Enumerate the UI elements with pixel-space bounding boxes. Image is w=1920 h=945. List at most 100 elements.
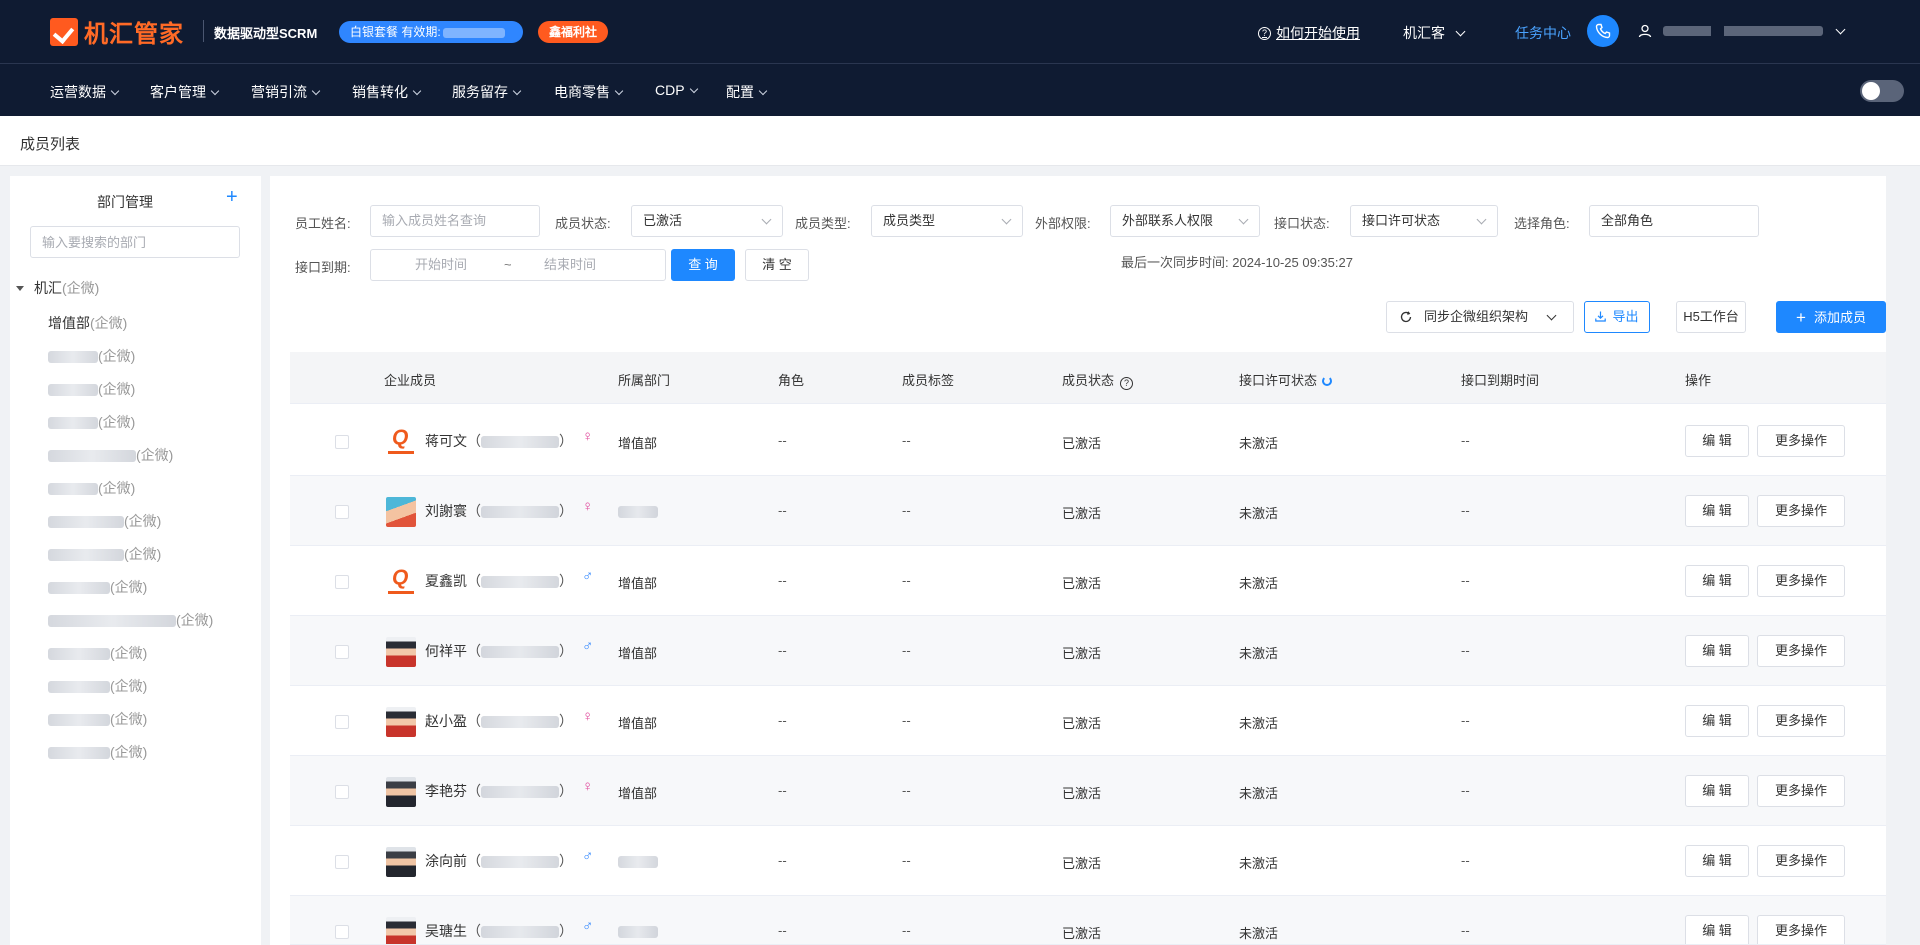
nav-label: 销售转化: [352, 84, 408, 100]
company-selector[interactable]: 机汇客: [1403, 23, 1466, 43]
how-to-use-link[interactable]: ? 如何开始使用: [1258, 23, 1360, 43]
member-name[interactable]: 蒋可文（）: [425, 431, 573, 451]
user-menu-chevron[interactable]: [1825, 24, 1846, 39]
more-actions-button[interactable]: 更多操作: [1757, 635, 1845, 667]
nav-item-config[interactable]: 配置: [726, 82, 768, 102]
more-actions-button[interactable]: 更多操作: [1757, 915, 1845, 944]
edit-button[interactable]: 编 辑: [1685, 495, 1749, 527]
row-checkbox[interactable]: [335, 435, 349, 449]
expire-range-picker[interactable]: 开始时间 ~ 结束时间: [370, 249, 666, 281]
welfare-badge[interactable]: 鑫福利社: [538, 21, 609, 43]
nav-item-marketing[interactable]: 营销引流: [251, 82, 321, 102]
status-cell: 已激活: [1062, 576, 1102, 591]
phone-button[interactable]: [1587, 15, 1619, 47]
nav-item-sales[interactable]: 销售转化: [352, 82, 422, 102]
member-name[interactable]: 夏鑫凯（）: [425, 571, 573, 591]
nav-item-operation-data[interactable]: 运营数据: [50, 82, 120, 102]
edit-button[interactable]: 编 辑: [1685, 775, 1749, 807]
external-filter-select[interactable]: 外部联系人权限: [1110, 205, 1260, 237]
dept-node[interactable]: (企微): [48, 577, 147, 597]
dept-node[interactable]: (企微): [48, 445, 173, 465]
row-checkbox[interactable]: [335, 645, 349, 659]
clear-button[interactable]: 清 空: [745, 249, 809, 281]
help-icon[interactable]: ?: [1120, 377, 1134, 390]
member-account-redacted: [481, 576, 559, 589]
nav-item-cdp[interactable]: CDP: [655, 82, 698, 98]
api-status-filter-select[interactable]: 接口许可状态: [1350, 205, 1498, 237]
member-account: （）: [467, 713, 573, 729]
female-icon: ♀: [582, 428, 594, 445]
nav-item-service[interactable]: 服务留存: [452, 82, 522, 102]
expire-cell: --: [1461, 783, 1470, 798]
member-name[interactable]: 刘謝寰（）: [425, 501, 573, 521]
member-name[interactable]: 涂向前（）: [425, 851, 573, 871]
loading-icon[interactable]: [1322, 376, 1333, 386]
dept-node[interactable]: 增值部(企微): [48, 313, 127, 333]
dept-node[interactable]: (企微): [48, 511, 161, 531]
male-icon: ♂: [582, 638, 594, 655]
status-cell: 已激活: [1062, 926, 1102, 941]
add-dept-icon[interactable]: +: [226, 186, 238, 209]
dept-node[interactable]: (企微): [48, 676, 147, 696]
dept-node[interactable]: (企微): [48, 709, 147, 729]
more-actions-button[interactable]: 更多操作: [1757, 495, 1845, 527]
nav-label: 运营数据: [50, 84, 106, 100]
member-name[interactable]: 赵小盈（）: [425, 711, 573, 731]
h5-workbench-button[interactable]: H5工作台: [1676, 301, 1746, 333]
row-checkbox[interactable]: [335, 505, 349, 519]
edit-button[interactable]: 编 辑: [1685, 915, 1749, 944]
dept-node[interactable]: (企微): [48, 379, 135, 399]
dept-node[interactable]: (企微): [48, 643, 147, 663]
chevron-down-icon: [311, 86, 321, 96]
table-row: 夏鑫凯（） ♂ 增值部 -- -- 已激活 未激活 -- 编 辑 更多操作: [290, 546, 1886, 616]
edit-button[interactable]: 编 辑: [1685, 565, 1749, 597]
edit-button[interactable]: 编 辑: [1685, 705, 1749, 737]
status-filter-select[interactable]: 已激活: [631, 205, 783, 237]
more-actions-button[interactable]: 更多操作: [1757, 565, 1845, 597]
tree-root-node[interactable]: 机汇(企微): [16, 278, 99, 298]
table-row: 涂向前（） ♂ -- -- 已激活 未激活 -- 编 辑 更多操作: [290, 826, 1886, 896]
nav-item-ecommerce[interactable]: 电商零售: [554, 82, 624, 102]
dept-node[interactable]: (企微): [48, 544, 161, 564]
add-member-button[interactable]: + 添加成员: [1776, 301, 1886, 333]
role-filter-select[interactable]: 全部角色: [1589, 205, 1759, 237]
status-cell: 已激活: [1062, 716, 1102, 731]
row-checkbox[interactable]: [335, 925, 349, 939]
more-actions-button[interactable]: 更多操作: [1757, 775, 1845, 807]
member-name[interactable]: 李艳芬（）: [425, 781, 573, 801]
row-checkbox[interactable]: [335, 785, 349, 799]
dept-node[interactable]: (企微): [48, 742, 147, 762]
male-icon: ♂: [582, 918, 594, 935]
more-actions-button[interactable]: 更多操作: [1757, 845, 1845, 877]
query-button[interactable]: 查 询: [671, 249, 735, 281]
member-name[interactable]: 何祥平（）: [425, 641, 573, 661]
theme-toggle[interactable]: [1860, 80, 1904, 102]
row-checkbox[interactable]: [335, 575, 349, 589]
external-filter-label: 外部权限:: [1035, 216, 1091, 231]
wecom-tag: (企微): [124, 513, 162, 529]
edit-button[interactable]: 编 辑: [1685, 425, 1749, 457]
dept-node[interactable]: (企微): [48, 610, 213, 630]
member-name-text: 赵小盈: [425, 713, 467, 729]
sync-org-button-content[interactable]: 同步企微组织架构: [1386, 301, 1574, 333]
dept-cell: 增值部: [618, 436, 658, 451]
edit-button[interactable]: 编 辑: [1685, 635, 1749, 667]
more-actions-button[interactable]: 更多操作: [1757, 425, 1845, 457]
dept-search-input[interactable]: [30, 226, 240, 258]
type-filter-select[interactable]: 成员类型: [871, 205, 1023, 237]
app-logo[interactable]: 机汇管家: [50, 14, 184, 49]
user-name-redacted[interactable]: [1663, 26, 1823, 36]
name-filter-input[interactable]: 输入成员姓名查询: [370, 205, 540, 237]
edit-button[interactable]: 编 辑: [1685, 845, 1749, 877]
more-actions-button[interactable]: 更多操作: [1757, 705, 1845, 737]
row-checkbox[interactable]: [335, 855, 349, 869]
task-center-link[interactable]: 任务中心: [1515, 23, 1571, 43]
dept-node[interactable]: (企微): [48, 346, 135, 366]
dept-node[interactable]: (企微): [48, 478, 135, 498]
export-button[interactable]: 导出: [1584, 301, 1650, 333]
member-name[interactable]: 吴瑭生（）: [425, 921, 573, 941]
page-header: 成员列表: [0, 116, 1920, 166]
row-checkbox[interactable]: [335, 715, 349, 729]
nav-item-customer[interactable]: 客户管理: [150, 82, 220, 102]
dept-node[interactable]: (企微): [48, 412, 135, 432]
